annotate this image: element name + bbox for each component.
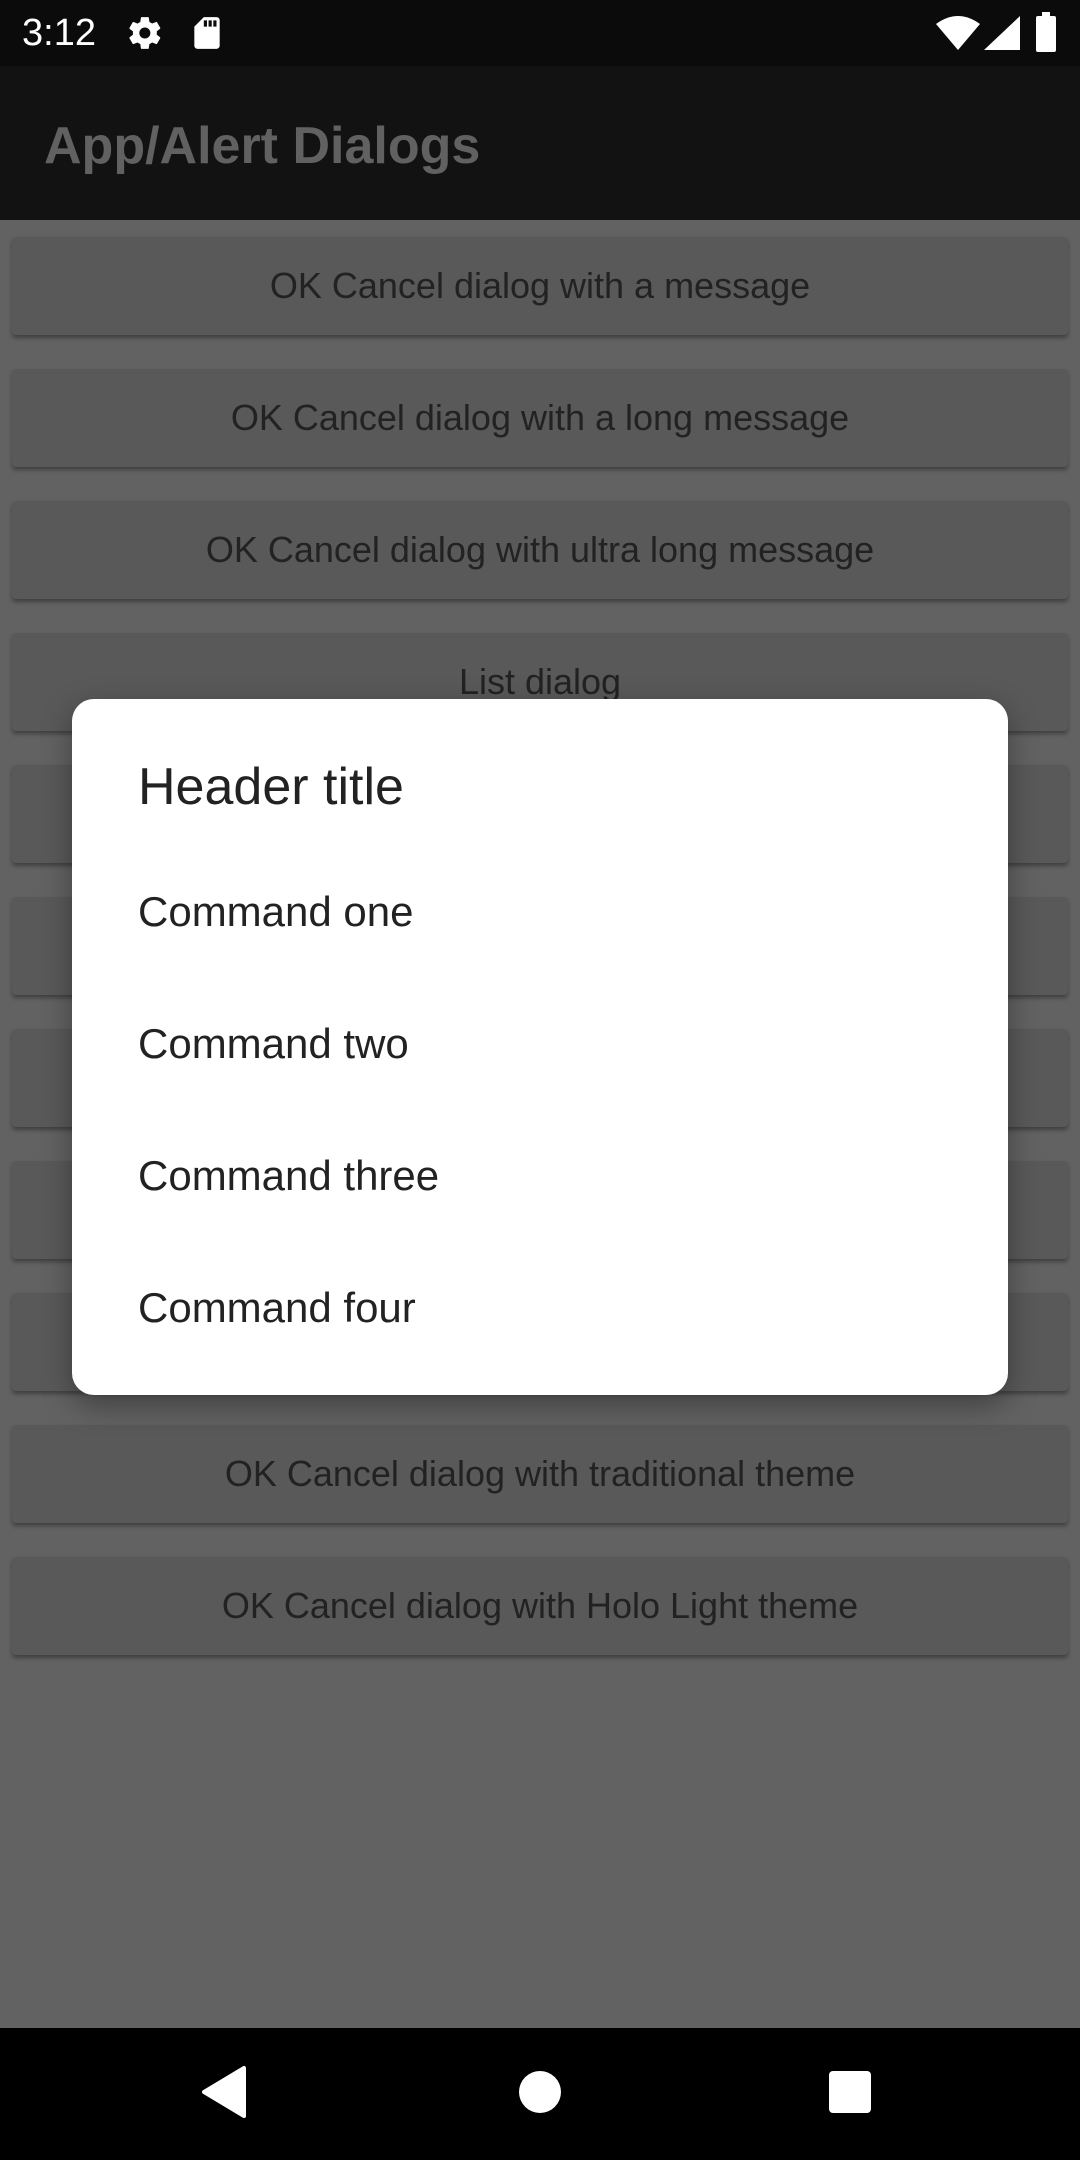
ok-cancel-ultra-long-message-button[interactable]: OK Cancel dialog with ultra long message	[12, 501, 1068, 599]
dialog-item-label: Command one	[138, 888, 414, 935]
dialog-item-label: Command four	[138, 1284, 416, 1331]
dialog-item-command-two[interactable]: Command two	[72, 978, 1008, 1110]
home-icon[interactable]	[518, 2070, 562, 2114]
dialog-item-command-four[interactable]: Command four	[72, 1242, 1008, 1374]
sd-card-icon	[190, 14, 224, 52]
dialog-item-label: Command three	[138, 1152, 440, 1199]
ok-cancel-traditional-theme-button[interactable]: OK Cancel dialog with traditional theme	[12, 1425, 1068, 1523]
gear-icon	[126, 14, 164, 52]
app-bar: App/Alert Dialogs	[0, 66, 1080, 220]
list-dialog: Header title Command one Command two Com…	[72, 699, 1008, 1395]
ok-cancel-holo-light-theme-button[interactable]: OK Cancel dialog with Holo Light theme	[12, 1557, 1068, 1655]
navigation-bar	[0, 2028, 1080, 2160]
app-title: App/Alert Dialogs	[44, 117, 481, 175]
screen: 3:12 App/Alert Dialogs OK Cancel dialog …	[0, 0, 1080, 2160]
dialog-item-command-three[interactable]: Command three	[72, 1110, 1008, 1242]
dialog-title: Header title	[138, 758, 404, 816]
recents-icon[interactable]	[828, 2070, 872, 2114]
cell-signal-icon	[984, 16, 1020, 50]
back-icon[interactable]	[200, 2064, 248, 2120]
dialog-item-command-one[interactable]: Command one	[72, 846, 1008, 978]
status-time: 3:12	[22, 12, 96, 54]
battery-icon	[1034, 12, 1058, 52]
ok-cancel-message-button[interactable]: OK Cancel dialog with a message	[12, 237, 1068, 335]
status-bar: 3:12	[0, 0, 1080, 66]
ok-cancel-long-message-button[interactable]: OK Cancel dialog with a long message	[12, 369, 1068, 467]
wifi-icon	[936, 16, 980, 50]
dialog-item-label: Command two	[138, 1020, 409, 1067]
